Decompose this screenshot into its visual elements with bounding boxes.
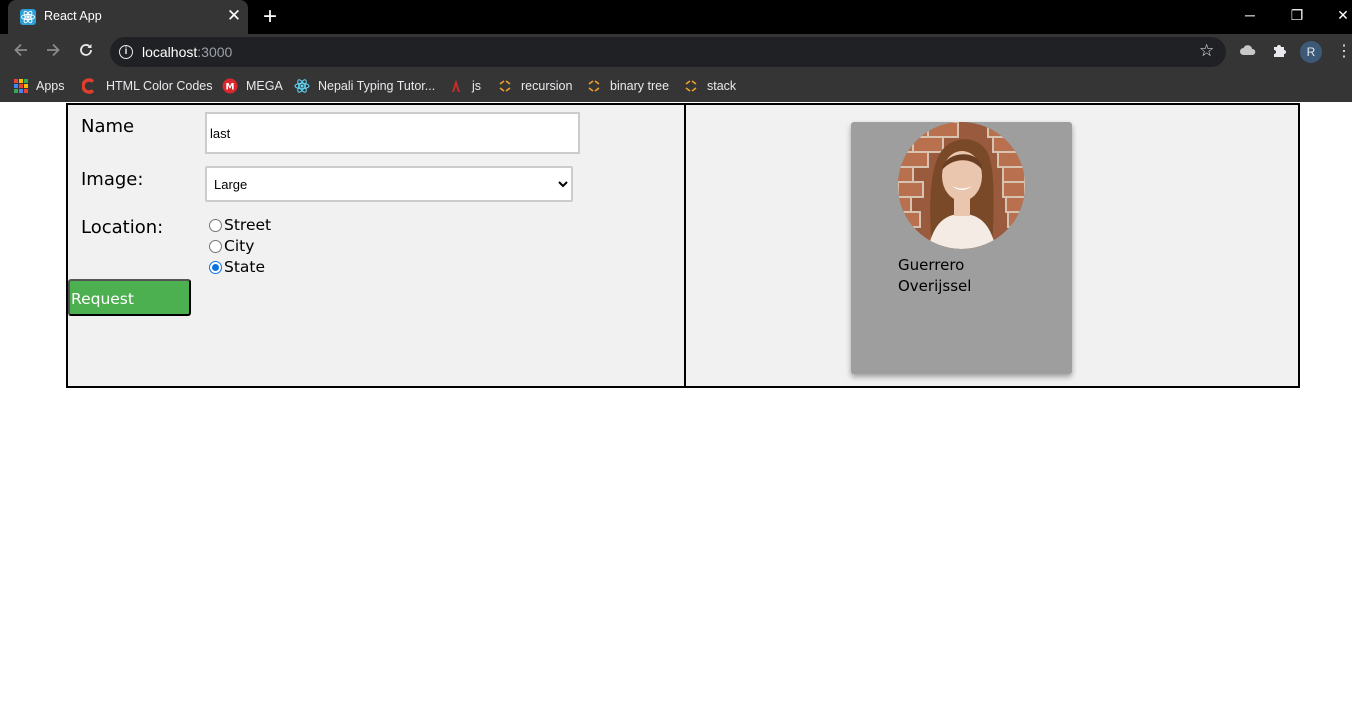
new-tab-button[interactable]: +	[260, 5, 280, 29]
bookmark-mega[interactable]: M MEGA	[222, 76, 283, 96]
browser-menu-icon[interactable]: ⋮	[1336, 41, 1352, 63]
radio-label: City	[224, 237, 255, 255]
url-host: localhost	[142, 44, 198, 60]
bookmarks-bar: Apps HTML Color Codes M MEGA Nepali Typi…	[0, 70, 1352, 102]
radio-button-selected[interactable]	[209, 260, 222, 274]
bookmark-recursion[interactable]: recursion	[497, 76, 572, 96]
bookmark-apps[interactable]: Apps	[14, 76, 65, 96]
url-port: :3000	[197, 44, 233, 60]
radio-button[interactable]	[209, 218, 222, 232]
code-icon	[683, 78, 699, 94]
back-icon[interactable]	[10, 41, 32, 63]
site-info-icon[interactable]: i	[119, 45, 133, 59]
bookmark-label: Nepali Typing Tutor...	[318, 79, 436, 93]
code-icon	[586, 78, 602, 94]
bookmark-js[interactable]: js	[448, 76, 481, 96]
code-icon	[497, 78, 513, 94]
browser-tab[interactable]: React App ✕	[8, 0, 248, 34]
address-bar[interactable]: i localhost:3000 ☆	[110, 37, 1226, 67]
result-panel: Guerrero Overijssel	[686, 105, 1298, 386]
bookmark-stack[interactable]: stack	[683, 76, 736, 96]
close-window-icon[interactable]: ✕	[1329, 4, 1352, 26]
image-size-select[interactable]: Large	[205, 166, 573, 202]
card-line-location: Overijssel	[898, 277, 972, 295]
radio-label: Street	[224, 216, 272, 234]
form-panel: Name Image: Large Location: Street City …	[68, 105, 686, 386]
react-icon	[294, 78, 310, 94]
tab-strip: React App ✕ + ─ ❐ ✕	[0, 0, 1352, 34]
extension-cloud-icon[interactable]	[1237, 42, 1259, 64]
profile-photo	[898, 122, 1025, 249]
bookmark-binary-tree[interactable]: binary tree	[586, 76, 669, 96]
name-label: Name	[81, 116, 135, 137]
app-container: Name Image: Large Location: Street City …	[66, 103, 1300, 388]
location-radio-state[interactable]: State	[209, 257, 265, 277]
apps-grid-icon	[14, 79, 28, 93]
name-input[interactable]	[205, 112, 580, 154]
bookmark-nepali-typing-tutor[interactable]: Nepali Typing Tutor...	[294, 76, 435, 96]
bookmark-label: recursion	[521, 79, 573, 93]
user-card: Guerrero Overijssel	[851, 122, 1072, 374]
bookmark-label: binary tree	[610, 79, 670, 93]
radio-button[interactable]	[209, 239, 222, 253]
card-line-name: Guerrero	[898, 256, 965, 274]
extensions-puzzle-icon[interactable]	[1269, 42, 1291, 64]
js-icon	[448, 78, 464, 94]
request-button[interactable]: Request	[68, 279, 191, 316]
location-radio-city[interactable]: City	[209, 236, 254, 256]
bookmark-label: js	[472, 79, 482, 93]
profile-avatar[interactable]: R	[1300, 41, 1322, 63]
image-label: Image:	[81, 169, 144, 190]
location-label: Location:	[81, 217, 164, 238]
bookmark-html-color-codes[interactable]: HTML Color Codes	[81, 76, 213, 96]
bookmark-label: HTML Color Codes	[106, 79, 213, 93]
bookmark-label: stack	[707, 79, 737, 93]
minimize-icon[interactable]: ─	[1236, 4, 1264, 26]
bookmark-star-icon[interactable]: ☆	[1199, 41, 1214, 61]
bookmark-label: MEGA	[246, 79, 283, 93]
browser-toolbar: i localhost:3000 ☆ R ⋮	[0, 34, 1352, 70]
mega-icon: M	[222, 78, 238, 94]
reload-icon[interactable]	[75, 41, 97, 63]
forward-icon[interactable]	[42, 41, 64, 63]
radio-label: State	[224, 258, 266, 276]
url-text: localhost:3000	[142, 44, 232, 60]
restore-icon[interactable]: ❐	[1283, 4, 1311, 26]
bookmark-label: Apps	[36, 79, 65, 93]
react-favicon-icon	[20, 9, 36, 25]
location-radio-street[interactable]: Street	[209, 215, 271, 235]
tab-title: React App	[44, 9, 102, 23]
close-tab-icon[interactable]: ✕	[226, 7, 242, 25]
svg-text:M: M	[226, 83, 235, 93]
html-color-codes-icon	[81, 78, 98, 94]
